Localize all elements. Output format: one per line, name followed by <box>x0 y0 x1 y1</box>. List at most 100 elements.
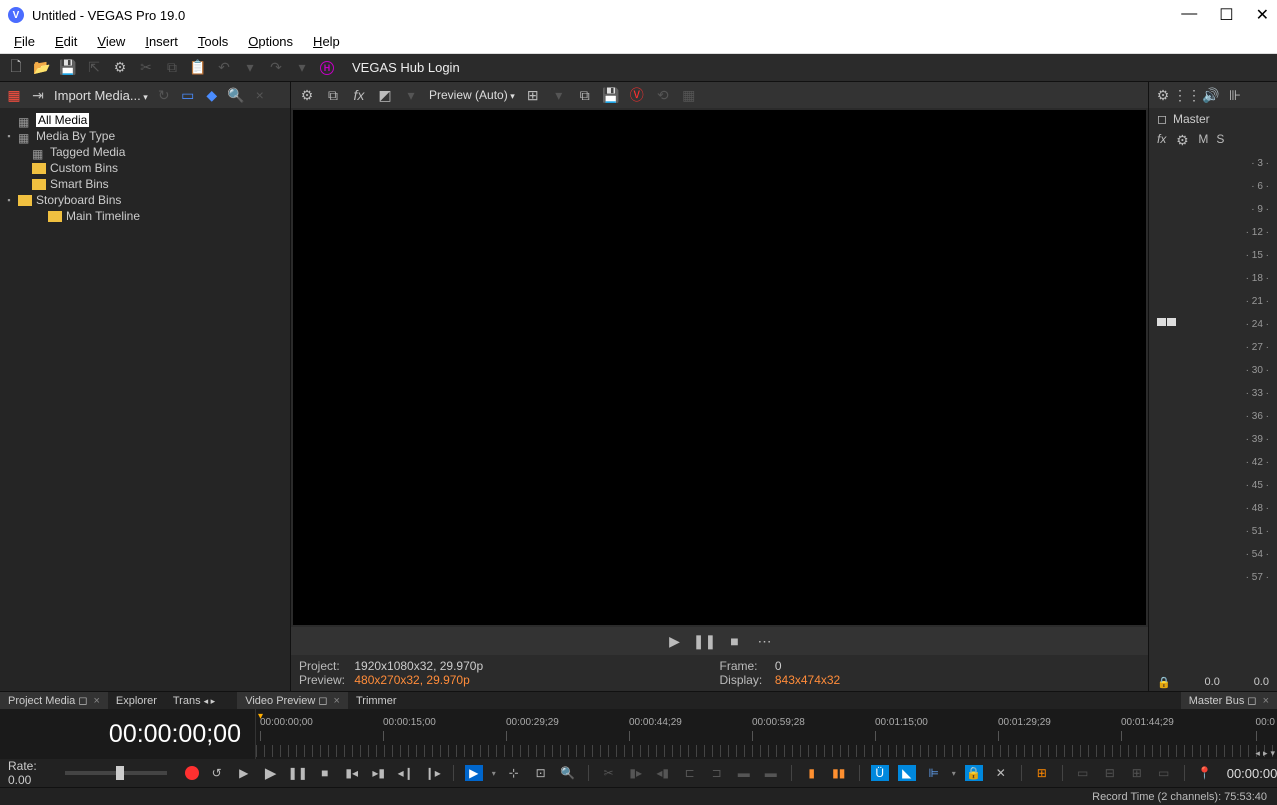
preview-split-dropdown-icon[interactable]: ▾ <box>403 87 419 103</box>
menu-tools[interactable]: Tools <box>188 32 238 51</box>
lock-icon[interactable]: 🔒 <box>1157 676 1171 689</box>
tree-media-by-type[interactable]: ▪▦Media By Type <box>2 128 288 144</box>
tab-undock-icon[interactable]: ◻ <box>78 695 87 707</box>
pin-icon[interactable]: 📍 <box>1196 765 1214 781</box>
track-tool-c[interactable]: ⊞ <box>1128 765 1146 781</box>
tool-a[interactable]: ⊏ <box>681 765 699 781</box>
preview-external-icon[interactable]: ⧉ <box>325 87 341 103</box>
preview-overlay-icon[interactable]: ⊞ <box>525 87 541 103</box>
master-fader[interactable] <box>1157 318 1176 326</box>
tree-all-media[interactable]: ▦All Media <box>2 112 288 128</box>
cut-icon[interactable]: ✂ <box>138 60 154 76</box>
master-solo-button[interactable]: S <box>1216 132 1224 148</box>
normal-edit-tool[interactable]: ▶ <box>465 765 483 781</box>
master-settings-icon[interactable]: ⚙ <box>1155 87 1171 103</box>
ruler-nav-right-icon[interactable]: ▸ <box>1263 748 1268 759</box>
preview-more-icon[interactable]: ⋯ <box>757 633 773 649</box>
tab-close-icon[interactable]: × <box>1263 695 1269 707</box>
media-search-icon[interactable]: 🔍 <box>228 87 244 103</box>
close-icon[interactable]: ✕ <box>1256 5 1269 25</box>
record-button[interactable] <box>185 766 199 780</box>
split-tool[interactable]: ✂ <box>600 765 618 781</box>
render-icon[interactable]: ⇱ <box>86 60 102 76</box>
tab-undock-icon[interactable]: ◻ <box>318 695 327 707</box>
play-button[interactable]: ▶ <box>262 765 280 781</box>
tool-c[interactable]: ▬ <box>735 765 753 781</box>
prev-frame-button[interactable]: ◂❙ <box>397 765 415 781</box>
tool-d[interactable]: ▬ <box>762 765 780 781</box>
preview-split-icon[interactable]: ◩ <box>377 87 393 103</box>
menu-file[interactable]: File <box>4 32 45 51</box>
stop-button[interactable]: ■ <box>316 765 334 781</box>
paste-icon[interactable]: 📋 <box>190 60 206 76</box>
menu-insert[interactable]: Insert <box>135 32 188 51</box>
quantize-button[interactable]: ◣ <box>898 765 916 781</box>
redo-icon[interactable]: ↷ <box>268 60 284 76</box>
track-tool-d[interactable]: ▭ <box>1155 765 1173 781</box>
ruler-nav-down-icon[interactable]: ▾ <box>1270 748 1275 759</box>
tool-b[interactable]: ⊐ <box>708 765 726 781</box>
media-refresh-icon[interactable]: ↻ <box>156 87 172 103</box>
redo-dropdown-icon[interactable]: ▾ <box>294 60 310 76</box>
selection-tool[interactable]: ⊹ <box>505 765 523 781</box>
tree-custom-bins[interactable]: Custom Bins <box>2 160 288 176</box>
auto-crossfade-button[interactable]: ✕ <box>992 765 1010 781</box>
save-icon[interactable]: 💾 <box>60 60 76 76</box>
master-fx-button[interactable]: fx <box>1157 132 1166 148</box>
tab-close-icon[interactable]: × <box>93 695 99 707</box>
tab-project-media[interactable]: Project Media ◻× <box>0 692 108 709</box>
new-project-icon[interactable]: 🗋 <box>8 60 24 76</box>
play-start-button[interactable]: ▶ <box>235 765 253 781</box>
trim-end-tool[interactable]: ◂▮ <box>654 765 672 781</box>
tree-storyboard-bins[interactable]: ▪Storyboard Bins <box>2 192 288 208</box>
track-tool-a[interactable]: ▭ <box>1074 765 1092 781</box>
preview-copy-icon[interactable]: ⧉ <box>577 87 593 103</box>
preview-scope-icon[interactable]: Ⓥ <box>629 87 645 103</box>
open-icon[interactable]: 📂 <box>34 60 50 76</box>
color-tool[interactable]: ⊞ <box>1033 765 1051 781</box>
menu-help[interactable]: Help <box>303 32 350 51</box>
hub-login-button[interactable]: VEGAS Hub Login <box>352 60 460 75</box>
go-start-button[interactable]: ▮◂ <box>343 765 361 781</box>
tab-explorer[interactable]: Explorer <box>108 693 165 709</box>
master-output-icon[interactable]: ◻ <box>1157 112 1167 126</box>
master-mute-button[interactable]: M <box>1198 132 1208 148</box>
timeline-ruler[interactable]: ▾ 00:00:00;0000:00:15;0000:00:29;2900:00… <box>255 709 1277 759</box>
media-fx-icon[interactable]: ▭ <box>180 87 196 103</box>
undo-dropdown-icon[interactable]: ▾ <box>242 60 258 76</box>
preview-adjust-icon[interactable]: ⟲ <box>655 87 671 103</box>
master-downmix-icon[interactable]: 🔊 <box>1203 87 1219 103</box>
cursor-timecode[interactable]: 00:00:00;00 <box>1223 766 1277 781</box>
next-frame-button[interactable]: ❙▸ <box>424 765 442 781</box>
tree-tagged-media[interactable]: ▦Tagged Media <box>2 144 288 160</box>
remove-media-icon[interactable]: ▦ <box>6 87 22 103</box>
tree-smart-bins[interactable]: Smart Bins <box>2 176 288 192</box>
import-media-button[interactable]: Import Media... <box>54 88 148 103</box>
loop-button[interactable]: ↺ <box>208 765 226 781</box>
tab-master-bus[interactable]: Master Bus ◻× <box>1181 692 1277 709</box>
ruler-nav-left-icon[interactable]: ◂ <box>1255 748 1260 759</box>
preview-properties-icon[interactable]: ⚙ <box>299 87 315 103</box>
region-tool[interactable]: ▮▮ <box>830 765 848 781</box>
properties-icon[interactable]: ⚙ <box>112 60 128 76</box>
track-tool-b[interactable]: ⊟ <box>1101 765 1119 781</box>
trim-start-tool[interactable]: ▮▸ <box>627 765 645 781</box>
master-dim-icon[interactable]: ⋮⋮ <box>1179 87 1195 103</box>
preview-pause-icon[interactable]: ❚❚ <box>697 633 713 649</box>
minimize-icon[interactable]: — <box>1181 5 1197 25</box>
import-media-type-icon[interactable]: ⇥ <box>30 87 46 103</box>
auto-ripple-button[interactable]: ⊫ <box>925 765 943 781</box>
snap-button[interactable]: Ü <box>871 765 889 781</box>
tab-video-preview[interactable]: Video Preview ◻× <box>237 692 348 709</box>
maximize-icon[interactable]: ☐ <box>1219 5 1233 25</box>
media-close-icon[interactable]: × <box>252 87 268 103</box>
menu-view[interactable]: View <box>87 32 135 51</box>
preview-fx-icon[interactable]: fx <box>351 87 367 103</box>
marker-tool[interactable]: ▮ <box>803 765 821 781</box>
tab-close-icon[interactable]: × <box>334 695 340 707</box>
timeline-timecode[interactable]: 00:00:00;00 <box>0 709 255 759</box>
preview-quality-dropdown[interactable]: Preview (Auto) <box>429 88 515 102</box>
preview-grid-icon[interactable]: ▦ <box>681 87 697 103</box>
master-sliders-icon[interactable]: ⊪ <box>1227 87 1243 103</box>
preview-stop-icon[interactable]: ■ <box>727 633 743 649</box>
